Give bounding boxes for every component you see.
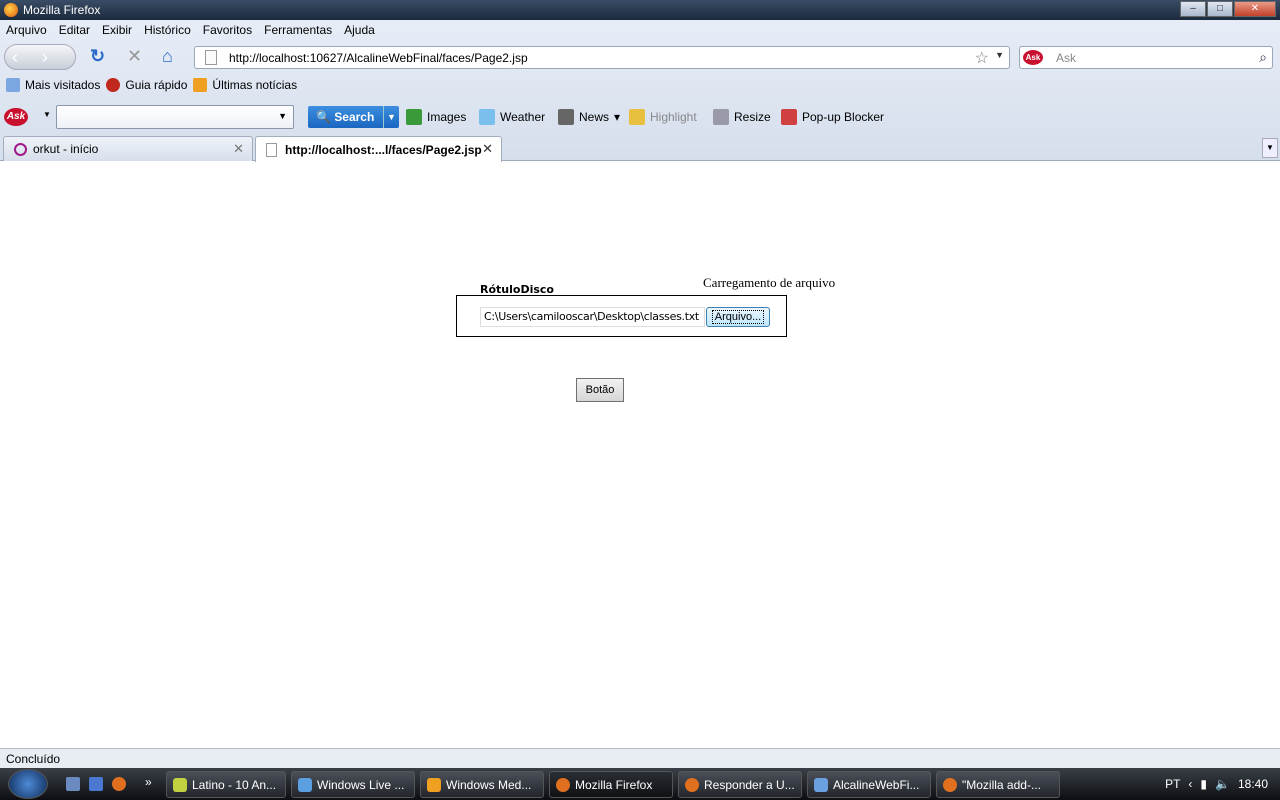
search-placeholder: Ask [1056, 50, 1077, 65]
volume-icon[interactable]: 🔈 [1215, 777, 1230, 791]
task-mozilla-firefox[interactable]: Mozilla Firefox [549, 771, 673, 798]
task-mozilla-addons[interactable]: "Mozilla add-... [936, 771, 1060, 798]
popup-blocker-button[interactable]: Pop-up Blocker [781, 109, 884, 125]
page-icon [266, 142, 277, 157]
ask-search-combo[interactable]: ▼ [56, 105, 294, 129]
forward-icon[interactable]: › [42, 47, 48, 67]
file-path-input[interactable]: C:\Users\camilooscar\Desktop\classes.txt [480, 307, 705, 327]
system-tray: PT ‹ ▮ 🔈 18:40 [1165, 777, 1268, 791]
search-input[interactable]: Ask Ask ⌕ [1019, 46, 1273, 69]
task-windows-live[interactable]: Windows Live ... [291, 771, 415, 798]
upload-title: Carregamento de arquivo [703, 275, 836, 290]
switch-windows-icon[interactable] [89, 777, 103, 791]
search-icon[interactable]: ⌕ [1259, 49, 1267, 66]
menu-bar: Arquivo Editar Exibir Histórico Favorito… [0, 20, 375, 40]
maximize-button[interactable]: □ [1207, 1, 1233, 17]
taskbar: » Latino - 10 An... Windows Live ... Win… [0, 768, 1280, 800]
browse-file-button[interactable]: Arquivo... [706, 307, 770, 327]
firefox-icon [4, 3, 18, 17]
menu-historico[interactable]: Histórico [144, 23, 191, 37]
resize-button[interactable]: Resize [713, 109, 771, 125]
stop-icon[interactable]: ✕ [127, 46, 142, 66]
window-title: Mozilla Firefox [23, 3, 101, 17]
page-content: RótuloDisco Carregamento de arquivo C:\U… [0, 162, 1280, 748]
weather-button[interactable]: Weather [479, 109, 545, 125]
menu-editar[interactable]: Editar [59, 23, 90, 37]
bookmark-ultimas-noticias[interactable]: Últimas notícias [193, 78, 297, 92]
language-indicator[interactable]: PT [1165, 777, 1180, 791]
close-button[interactable]: ✕ [1234, 1, 1276, 17]
url-bar[interactable]: http://localhost:10627/AlcalineWebFinal/… [194, 46, 1010, 69]
ask-engine-icon[interactable]: Ask [1023, 50, 1043, 65]
show-desktop-icon[interactable] [66, 777, 80, 791]
menu-arquivo[interactable]: Arquivo [6, 23, 47, 37]
minimize-button[interactable]: – [1180, 1, 1206, 17]
orkut-icon [14, 142, 27, 156]
ask-toolbar: Ask ▼ ▼ 🔍 Search ▼ Images Weather News ▾ … [0, 104, 1280, 130]
more-quicklaunch-icon[interactable]: » [145, 775, 152, 789]
home-icon[interactable]: ⌂ [162, 46, 173, 66]
menu-exibir[interactable]: Exibir [102, 23, 132, 37]
start-button[interactable] [8, 769, 48, 799]
task-latino[interactable]: Latino - 10 An... [166, 771, 286, 798]
tab-bar: orkut - início ✕ http://localhost:...l/f… [0, 135, 1280, 162]
close-tab-icon[interactable]: ✕ [482, 141, 493, 157]
tab-orkut[interactable]: orkut - início ✕ [3, 136, 253, 161]
tray-expand-icon[interactable]: ‹ [1188, 777, 1192, 791]
firefox-quicklaunch-icon[interactable] [112, 777, 126, 791]
bookmark-star-icon[interactable]: ☆ [975, 48, 989, 68]
bookmark-mais-visitados[interactable]: Mais visitados [6, 78, 100, 92]
menu-ferramentas[interactable]: Ferramentas [264, 23, 332, 37]
network-icon[interactable]: ▮ [1200, 777, 1207, 791]
tab-page2[interactable]: http://localhost:...l/faces/Page2.jsp ✕ [255, 136, 502, 162]
tab-list-button[interactable]: ▼ [1262, 138, 1278, 158]
reload-icon[interactable]: ↻ [90, 46, 105, 66]
url-dropdown-icon[interactable]: ▼ [995, 50, 1004, 60]
title-bar: Mozilla Firefox – □ ✕ [0, 0, 1280, 20]
clock[interactable]: 18:40 [1238, 777, 1268, 791]
images-button[interactable]: Images [406, 109, 466, 125]
highlight-button[interactable]: Highlight [629, 109, 697, 125]
submit-button[interactable]: Botão [576, 378, 624, 402]
page-icon [205, 50, 217, 65]
file-upload-panel: C:\Users\camilooscar\Desktop\classes.txt… [456, 295, 787, 337]
task-windows-media[interactable]: Windows Med... [420, 771, 544, 798]
back-icon[interactable]: ‹ [12, 47, 18, 67]
bookmarks-bar: Mais visitados Guia rápido Últimas notíc… [6, 78, 297, 92]
menu-ajuda[interactable]: Ajuda [344, 23, 375, 37]
url-text: http://localhost:10627/AlcalineWebFinal/… [229, 50, 528, 65]
status-bar: Concluído [0, 748, 1280, 768]
bookmark-guia-rapido[interactable]: Guia rápido [106, 78, 187, 92]
ask-logo[interactable]: Ask [4, 108, 28, 126]
navigation-bar: ‹ › ↻ ✕ ⌂ http://localhost:10627/Alcalin… [0, 42, 1280, 72]
menu-favoritos[interactable]: Favoritos [203, 23, 252, 37]
task-alcalineweb[interactable]: AlcalineWebFi... [807, 771, 931, 798]
news-button[interactable]: News ▾ [558, 109, 620, 125]
ask-menu-dropdown[interactable]: ▼ [43, 110, 51, 119]
close-tab-icon[interactable]: ✕ [233, 141, 244, 157]
ask-search-button[interactable]: 🔍 Search ▼ [308, 106, 399, 128]
task-responder[interactable]: Responder a U... [678, 771, 802, 798]
